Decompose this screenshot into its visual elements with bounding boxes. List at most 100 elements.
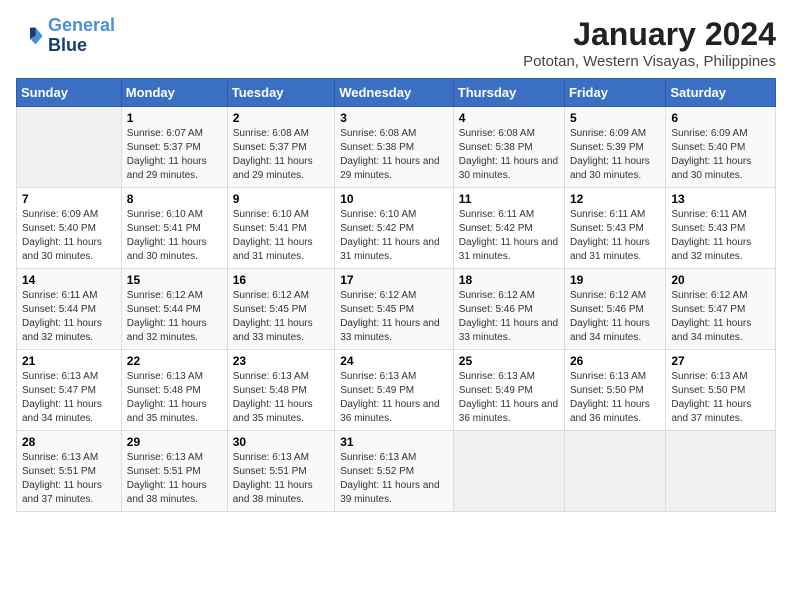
calendar-cell: 11 Sunrise: 6:11 AMSunset: 5:42 PMDaylig…	[453, 188, 564, 269]
day-info: Sunrise: 6:13 AMSunset: 5:51 PMDaylight:…	[127, 451, 222, 507]
day-info: Sunrise: 6:13 AMSunset: 5:49 PMDaylight:…	[340, 370, 448, 426]
calendar-cell: 30 Sunrise: 6:13 AMSunset: 5:51 PMDaylig…	[227, 431, 334, 512]
logo-text-line2: Blue	[48, 36, 115, 56]
calendar-cell: 29 Sunrise: 6:13 AMSunset: 5:51 PMDaylig…	[121, 431, 227, 512]
calendar-cell: 26 Sunrise: 6:13 AMSunset: 5:50 PMDaylig…	[564, 350, 665, 431]
header-tuesday: Tuesday	[227, 79, 334, 107]
calendar-table: SundayMondayTuesdayWednesdayThursdayFrid…	[16, 78, 776, 512]
day-info: Sunrise: 6:13 AMSunset: 5:50 PMDaylight:…	[570, 370, 660, 426]
calendar-cell	[453, 431, 564, 512]
logo: General Blue	[16, 16, 115, 56]
day-info: Sunrise: 6:09 AMSunset: 5:40 PMDaylight:…	[671, 127, 770, 183]
day-number: 24	[340, 354, 448, 368]
day-info: Sunrise: 6:12 AMSunset: 5:46 PMDaylight:…	[570, 289, 660, 345]
calendar-cell: 19 Sunrise: 6:12 AMSunset: 5:46 PMDaylig…	[564, 269, 665, 350]
calendar-cell: 28 Sunrise: 6:13 AMSunset: 5:51 PMDaylig…	[17, 431, 122, 512]
day-number: 21	[22, 354, 116, 368]
day-info: Sunrise: 6:09 AMSunset: 5:40 PMDaylight:…	[22, 208, 116, 264]
day-info: Sunrise: 6:13 AMSunset: 5:48 PMDaylight:…	[233, 370, 329, 426]
calendar-cell: 3 Sunrise: 6:08 AMSunset: 5:38 PMDayligh…	[335, 107, 454, 188]
day-number: 20	[671, 273, 770, 287]
day-number: 25	[459, 354, 559, 368]
day-number: 17	[340, 273, 448, 287]
day-info: Sunrise: 6:11 AMSunset: 5:44 PMDaylight:…	[22, 289, 116, 345]
calendar-cell: 13 Sunrise: 6:11 AMSunset: 5:43 PMDaylig…	[666, 188, 776, 269]
calendar-cell: 23 Sunrise: 6:13 AMSunset: 5:48 PMDaylig…	[227, 350, 334, 431]
calendar-week-4: 28 Sunrise: 6:13 AMSunset: 5:51 PMDaylig…	[17, 431, 776, 512]
day-info: Sunrise: 6:12 AMSunset: 5:44 PMDaylight:…	[127, 289, 222, 345]
calendar-cell: 20 Sunrise: 6:12 AMSunset: 5:47 PMDaylig…	[666, 269, 776, 350]
calendar-cell: 12 Sunrise: 6:11 AMSunset: 5:43 PMDaylig…	[564, 188, 665, 269]
header: General Blue January 2024 Pototan, Weste…	[16, 16, 776, 70]
calendar-cell: 14 Sunrise: 6:11 AMSunset: 5:44 PMDaylig…	[17, 269, 122, 350]
calendar-cell: 8 Sunrise: 6:10 AMSunset: 5:41 PMDayligh…	[121, 188, 227, 269]
header-friday: Friday	[564, 79, 665, 107]
day-info: Sunrise: 6:13 AMSunset: 5:47 PMDaylight:…	[22, 370, 116, 426]
day-number: 14	[22, 273, 116, 287]
day-info: Sunrise: 6:10 AMSunset: 5:41 PMDaylight:…	[233, 208, 329, 264]
page-subtitle: Pototan, Western Visayas, Philippines	[523, 53, 776, 70]
day-number: 22	[127, 354, 222, 368]
day-info: Sunrise: 6:12 AMSunset: 5:47 PMDaylight:…	[671, 289, 770, 345]
day-number: 1	[127, 111, 222, 125]
calendar-week-3: 21 Sunrise: 6:13 AMSunset: 5:47 PMDaylig…	[17, 350, 776, 431]
day-info: Sunrise: 6:07 AMSunset: 5:37 PMDaylight:…	[127, 127, 222, 183]
logo-icon	[16, 22, 44, 50]
calendar-cell: 15 Sunrise: 6:12 AMSunset: 5:44 PMDaylig…	[121, 269, 227, 350]
calendar-cell	[564, 431, 665, 512]
day-info: Sunrise: 6:08 AMSunset: 5:38 PMDaylight:…	[340, 127, 448, 183]
logo-text-line1: General	[48, 16, 115, 36]
calendar-cell: 16 Sunrise: 6:12 AMSunset: 5:45 PMDaylig…	[227, 269, 334, 350]
header-thursday: Thursday	[453, 79, 564, 107]
calendar-cell: 31 Sunrise: 6:13 AMSunset: 5:52 PMDaylig…	[335, 431, 454, 512]
header-wednesday: Wednesday	[335, 79, 454, 107]
day-number: 19	[570, 273, 660, 287]
day-number: 30	[233, 435, 329, 449]
day-number: 3	[340, 111, 448, 125]
day-info: Sunrise: 6:13 AMSunset: 5:52 PMDaylight:…	[340, 451, 448, 507]
day-number: 5	[570, 111, 660, 125]
calendar-cell: 5 Sunrise: 6:09 AMSunset: 5:39 PMDayligh…	[564, 107, 665, 188]
calendar-cell: 18 Sunrise: 6:12 AMSunset: 5:46 PMDaylig…	[453, 269, 564, 350]
day-number: 9	[233, 192, 329, 206]
calendar-cell: 7 Sunrise: 6:09 AMSunset: 5:40 PMDayligh…	[17, 188, 122, 269]
calendar-week-1: 7 Sunrise: 6:09 AMSunset: 5:40 PMDayligh…	[17, 188, 776, 269]
day-info: Sunrise: 6:13 AMSunset: 5:50 PMDaylight:…	[671, 370, 770, 426]
day-info: Sunrise: 6:13 AMSunset: 5:49 PMDaylight:…	[459, 370, 559, 426]
day-info: Sunrise: 6:13 AMSunset: 5:51 PMDaylight:…	[233, 451, 329, 507]
calendar-cell: 27 Sunrise: 6:13 AMSunset: 5:50 PMDaylig…	[666, 350, 776, 431]
day-info: Sunrise: 6:10 AMSunset: 5:41 PMDaylight:…	[127, 208, 222, 264]
calendar-cell: 6 Sunrise: 6:09 AMSunset: 5:40 PMDayligh…	[666, 107, 776, 188]
day-info: Sunrise: 6:13 AMSunset: 5:48 PMDaylight:…	[127, 370, 222, 426]
day-info: Sunrise: 6:11 AMSunset: 5:42 PMDaylight:…	[459, 208, 559, 264]
calendar-cell: 22 Sunrise: 6:13 AMSunset: 5:48 PMDaylig…	[121, 350, 227, 431]
day-info: Sunrise: 6:10 AMSunset: 5:42 PMDaylight:…	[340, 208, 448, 264]
day-info: Sunrise: 6:08 AMSunset: 5:37 PMDaylight:…	[233, 127, 329, 183]
calendar-body: 1 Sunrise: 6:07 AMSunset: 5:37 PMDayligh…	[17, 107, 776, 512]
calendar-cell: 2 Sunrise: 6:08 AMSunset: 5:37 PMDayligh…	[227, 107, 334, 188]
day-number: 8	[127, 192, 222, 206]
day-number: 2	[233, 111, 329, 125]
day-info: Sunrise: 6:09 AMSunset: 5:39 PMDaylight:…	[570, 127, 660, 183]
day-number: 18	[459, 273, 559, 287]
day-number: 7	[22, 192, 116, 206]
day-number: 11	[459, 192, 559, 206]
calendar-cell: 10 Sunrise: 6:10 AMSunset: 5:42 PMDaylig…	[335, 188, 454, 269]
day-number: 10	[340, 192, 448, 206]
calendar-cell: 9 Sunrise: 6:10 AMSunset: 5:41 PMDayligh…	[227, 188, 334, 269]
day-info: Sunrise: 6:08 AMSunset: 5:38 PMDaylight:…	[459, 127, 559, 183]
calendar-header: SundayMondayTuesdayWednesdayThursdayFrid…	[17, 79, 776, 107]
day-info: Sunrise: 6:11 AMSunset: 5:43 PMDaylight:…	[671, 208, 770, 264]
day-number: 23	[233, 354, 329, 368]
day-number: 4	[459, 111, 559, 125]
header-sunday: Sunday	[17, 79, 122, 107]
day-number: 16	[233, 273, 329, 287]
day-info: Sunrise: 6:12 AMSunset: 5:45 PMDaylight:…	[233, 289, 329, 345]
header-monday: Monday	[121, 79, 227, 107]
calendar-cell: 17 Sunrise: 6:12 AMSunset: 5:45 PMDaylig…	[335, 269, 454, 350]
day-number: 26	[570, 354, 660, 368]
day-number: 29	[127, 435, 222, 449]
day-number: 28	[22, 435, 116, 449]
calendar-cell: 25 Sunrise: 6:13 AMSunset: 5:49 PMDaylig…	[453, 350, 564, 431]
title-area: January 2024 Pototan, Western Visayas, P…	[523, 16, 776, 70]
